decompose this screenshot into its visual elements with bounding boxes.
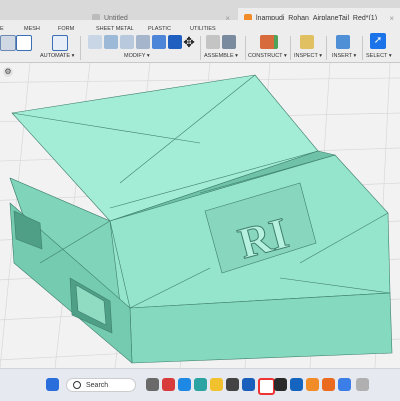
scale-icon[interactable] (168, 35, 182, 49)
insert-image-icon[interactable] (336, 35, 350, 49)
shell-icon[interactable] (136, 35, 150, 49)
fusion-app-icon[interactable] (306, 378, 319, 391)
settings-gear-icon[interactable]: ⚙ (3, 67, 13, 77)
autodesk-icon[interactable] (322, 378, 335, 391)
select-menu[interactable]: SELECT ▾ (366, 53, 392, 59)
select-cursor-icon[interactable]: ➚ (370, 33, 386, 49)
3d-viewport[interactable]: RI ⚙ (0, 63, 400, 368)
edge-browser-icon[interactable] (194, 378, 207, 391)
workspace-tab-form[interactable]: FORM (58, 26, 74, 32)
system-tray-icon[interactable] (356, 378, 369, 391)
divider (326, 36, 327, 60)
word-icon[interactable] (290, 378, 303, 391)
chrome-icon[interactable] (258, 378, 275, 395)
mesh-tool-icon[interactable] (0, 35, 16, 51)
terminal-icon[interactable] (274, 378, 287, 391)
combine-icon[interactable] (152, 35, 166, 49)
store-icon[interactable] (226, 378, 239, 391)
measure-icon[interactable] (300, 35, 314, 49)
workspace-tab-sheet-metal[interactable]: SHEET METAL (96, 26, 134, 32)
windows-start-icon[interactable] (46, 378, 59, 391)
divider (200, 36, 201, 60)
automate-menu[interactable]: AUTOMATE ▾ (40, 53, 74, 59)
fillet-icon[interactable] (104, 35, 118, 49)
assemble-menu[interactable]: ASSEMBLE ▾ (204, 53, 238, 59)
workspace-tab-plastic[interactable]: PLASTIC (148, 26, 171, 32)
app-icon[interactable] (242, 378, 255, 391)
new-component-icon[interactable] (206, 35, 220, 49)
modify-menu[interactable]: MODIFY ▾ (124, 53, 150, 59)
workspace-tab-solid[interactable]: E (0, 26, 4, 32)
move-copy-icon[interactable]: ✥ (182, 35, 196, 49)
divider (80, 36, 81, 60)
search-placeholder: Search (86, 381, 109, 389)
ribbon-toolbar: E MESH FORM SHEET METAL PLASTIC UTILITIE… (0, 20, 400, 63)
automate-icon[interactable] (52, 35, 68, 51)
offset-plane-icon[interactable] (260, 35, 278, 49)
workspace-tab-utilities[interactable]: UTILITIES (190, 26, 216, 32)
divider (245, 36, 246, 60)
construct-menu[interactable]: CONSTRUCT ▾ (248, 53, 287, 59)
chamfer-icon[interactable] (120, 35, 134, 49)
taskbar-search-box[interactable]: Search (66, 378, 136, 392)
mcafee-icon[interactable] (162, 378, 175, 391)
inspect-menu[interactable]: INSPECT ▾ (294, 53, 322, 59)
file-explorer-icon[interactable] (210, 378, 223, 391)
mesh-select-icon[interactable] (16, 35, 32, 51)
airplane-tail-model[interactable] (9, 74, 393, 364)
windows-taskbar: Search (0, 368, 400, 401)
joint-icon[interactable] (222, 35, 236, 49)
zoom-icon[interactable] (338, 378, 351, 391)
canvas-grid: RI (0, 63, 400, 368)
search-icon (73, 381, 81, 389)
task-view-icon[interactable] (146, 378, 159, 391)
workspace-tab-mesh[interactable]: MESH (24, 26, 40, 32)
divider (290, 36, 291, 60)
mail-icon[interactable] (178, 378, 191, 391)
divider (362, 36, 363, 60)
press-pull-icon[interactable] (88, 35, 102, 49)
insert-menu[interactable]: INSERT ▾ (332, 53, 356, 59)
